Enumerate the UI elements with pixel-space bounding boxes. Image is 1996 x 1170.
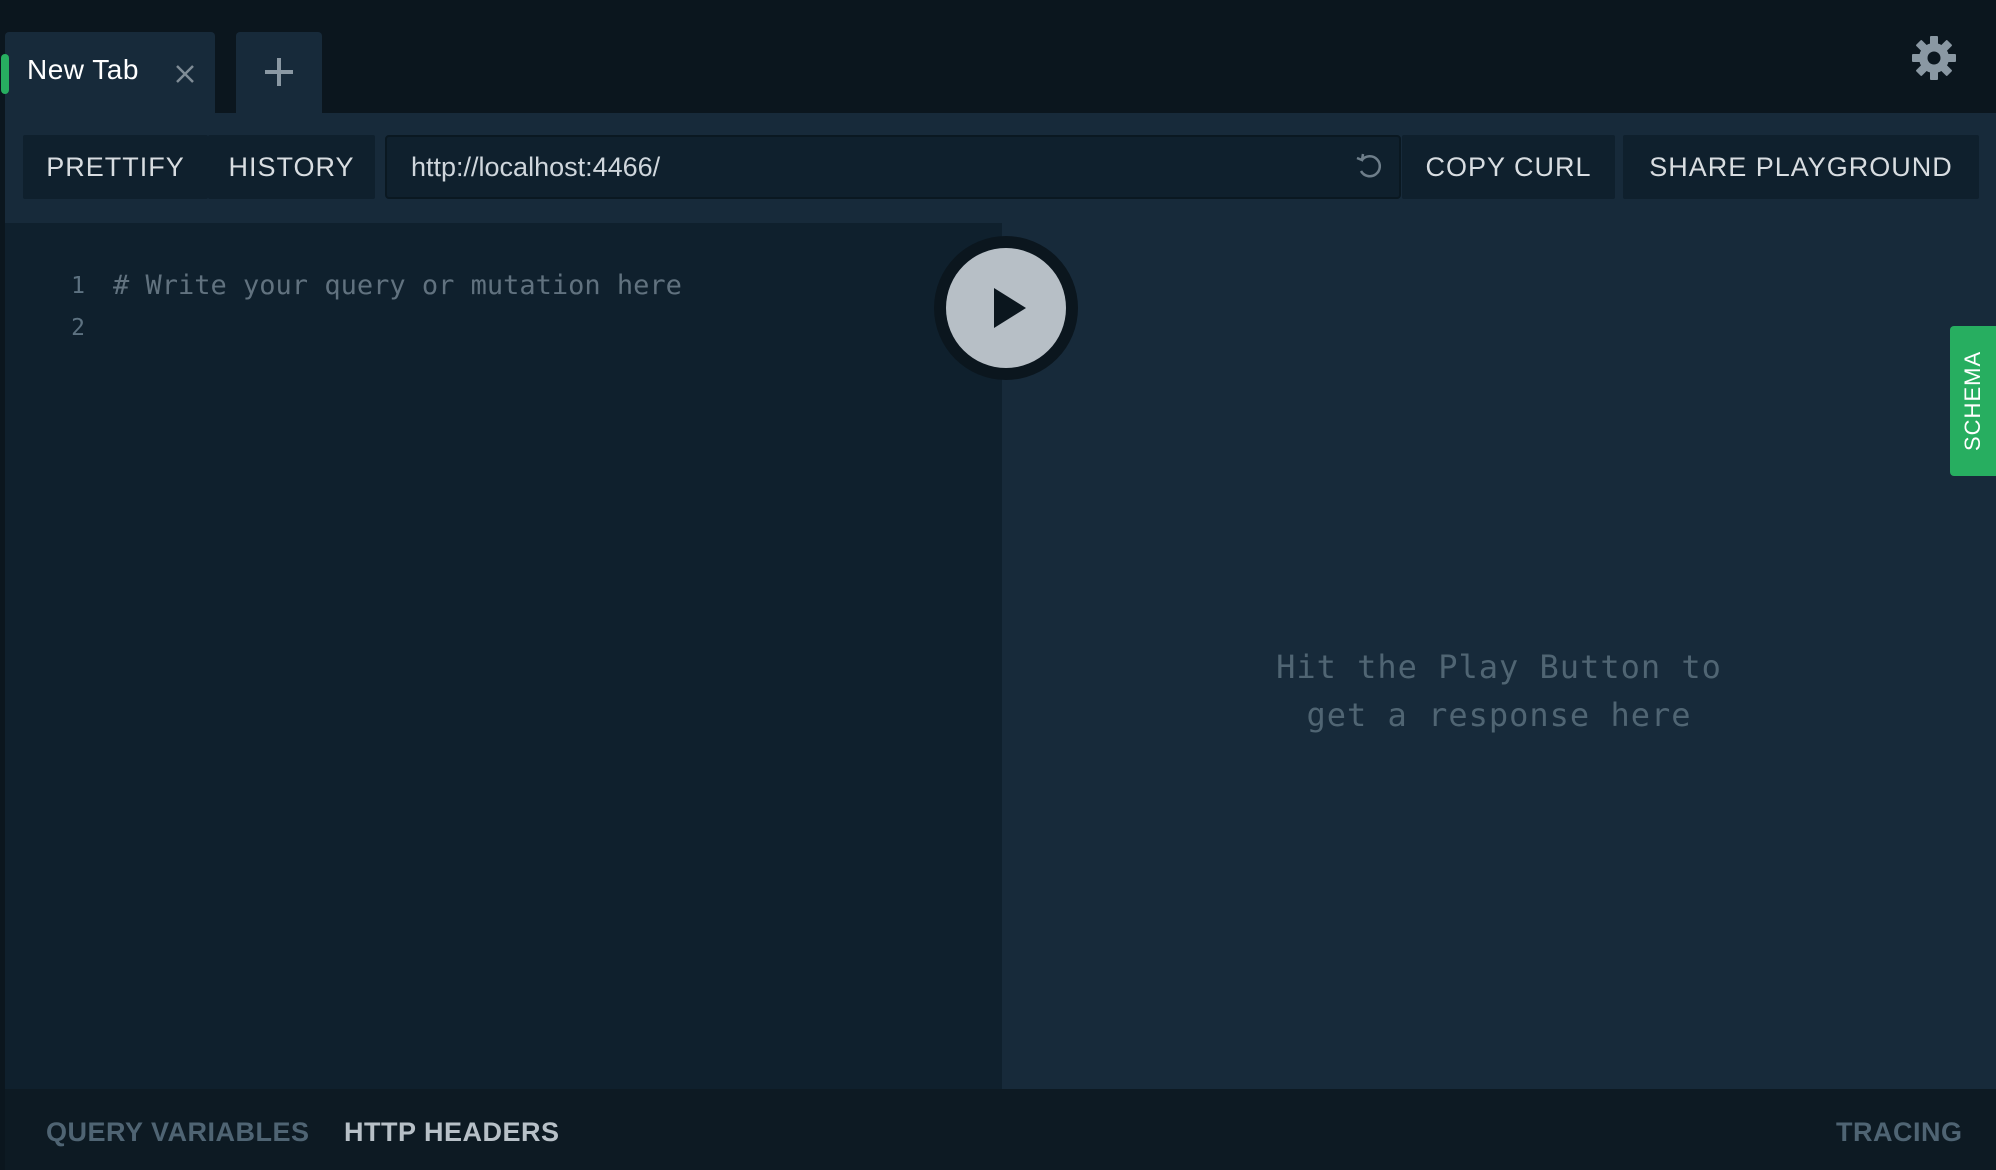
endpoint-url-text: http://localhost:4466/ (411, 152, 661, 182)
bottom-bar: QUERY VARIABLES HTTP HEADERS TRACING (5, 1089, 1996, 1170)
prettify-button[interactable]: PRETTIFY (23, 135, 208, 199)
code-line: # Write your query or mutation here (113, 270, 682, 301)
play-icon (986, 286, 1030, 330)
copy-curl-button[interactable]: COPY CURL (1402, 135, 1615, 199)
settings-button[interactable] (1910, 34, 1958, 82)
close-icon[interactable] (169, 58, 201, 90)
tracing-tab[interactable]: TRACING (1836, 1089, 1963, 1170)
history-button[interactable]: HISTORY (208, 135, 375, 199)
share-playground-button[interactable]: SHARE PLAYGROUND (1623, 135, 1979, 199)
plus-icon (259, 52, 299, 92)
line-number-gutter: 1 2 (5, 265, 85, 349)
toolbar: PRETTIFY HISTORY http://localhost:4466/ … (5, 113, 1996, 223)
tab-new-tab[interactable]: New Tab (1, 32, 215, 113)
query-editor[interactable]: 1 2 # Write your query or mutation here (5, 223, 1002, 1089)
query-variables-tab[interactable]: QUERY VARIABLES (46, 1089, 310, 1170)
result-placeholder: Hit the Play Button to get a response he… (1276, 648, 1722, 734)
play-button-face (946, 248, 1066, 368)
schema-tab-label: SCHEMA (1960, 350, 1985, 452)
code-lines[interactable]: # Write your query or mutation here (113, 265, 682, 349)
endpoint-url-field[interactable]: http://localhost:4466/ (385, 135, 1401, 199)
line-number: 2 (71, 315, 85, 341)
result-pane: Hit the Play Button to get a response he… (1002, 223, 1996, 1089)
add-tab-button[interactable] (236, 32, 322, 113)
line-number: 1 (71, 273, 85, 299)
graphql-playground: New Tab PRETTIFY HISTORY http://localhos… (0, 0, 1996, 1170)
reload-icon[interactable] (1353, 151, 1385, 183)
gear-icon (1910, 36, 1958, 86)
http-headers-tab[interactable]: HTTP HEADERS (344, 1089, 560, 1170)
tab-bar: New Tab (0, 0, 1996, 113)
schema-tab[interactable]: SCHEMA (1950, 326, 1996, 476)
tab-active-indicator (1, 54, 9, 94)
tab-title: New Tab (27, 54, 139, 85)
execute-query-button[interactable] (934, 236, 1078, 380)
